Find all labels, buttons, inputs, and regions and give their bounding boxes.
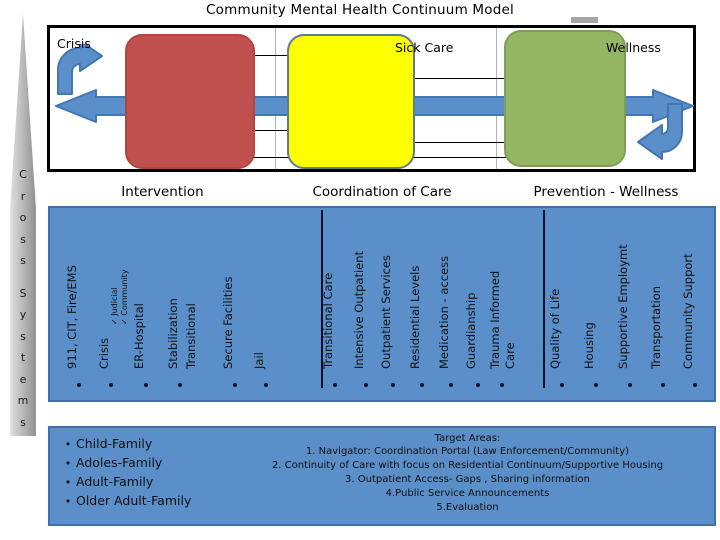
service-label: Quality of Life xyxy=(548,288,562,369)
crisis-box xyxy=(125,34,255,169)
target-areas-list: Target Areas: 1. Navigator: Coordination… xyxy=(225,433,710,515)
services-panel: 911, CIT, Fire/EMS Crisis ✓ Judicial ✓ C… xyxy=(48,206,716,402)
service-label: Outpatient Services xyxy=(379,255,393,369)
section-header-prevention: Prevention - Wellness xyxy=(533,184,679,200)
population-label: Adoles-Family xyxy=(76,455,163,470)
service-label: Residential Levels xyxy=(408,265,422,369)
service-label: Secure Facilities xyxy=(221,276,235,369)
target-areas-panel: • Child-Family • Adoles-Family • Adult-F… xyxy=(48,426,716,526)
cone-char: s xyxy=(20,329,26,343)
checkmark-icon: ✓ xyxy=(110,318,119,325)
service-bullet xyxy=(500,383,504,387)
service-bullet xyxy=(391,383,395,387)
service-bullet xyxy=(476,383,480,387)
cross-systems-cone: C r o s s S y s t e m s xyxy=(6,14,40,436)
stage-label-crisis: Crisis xyxy=(57,36,91,51)
checkmark-icon: ✓ xyxy=(120,318,129,325)
target-area-item: 5.Evaluation xyxy=(436,502,499,513)
service-sublabel-text: Judicial xyxy=(110,287,119,316)
service-bullet xyxy=(693,383,697,387)
service-bullet xyxy=(144,383,148,387)
bullet-icon: • xyxy=(64,495,72,508)
cone-char: C xyxy=(19,168,27,181)
cone-char: r xyxy=(20,189,26,203)
cross-systems-label: C r o s s S y s t e m s xyxy=(6,164,40,433)
service-bullet xyxy=(449,383,453,387)
target-areas-heading: Target Areas: xyxy=(434,433,501,444)
service-bullet xyxy=(628,383,632,387)
service-label: Intensive Outpatient xyxy=(352,250,366,369)
stage-label-wellness: Wellness xyxy=(606,40,661,55)
service-bullet xyxy=(364,383,368,387)
page-title: Community Mental Health Continuum Model xyxy=(206,2,514,18)
cone-char: s xyxy=(20,232,26,246)
cone-char: o xyxy=(19,211,27,224)
cone-char: s xyxy=(20,415,26,429)
population-label: Adult-Family xyxy=(76,474,154,489)
service-label: Guardianship xyxy=(464,292,478,369)
cone-space xyxy=(6,272,40,283)
service-sublabel-community: ✓ Community xyxy=(120,269,129,325)
service-sublabel-text: Community xyxy=(120,269,129,316)
service-bullet xyxy=(333,383,337,387)
service-bullet xyxy=(420,383,424,387)
service-bullet xyxy=(178,383,182,387)
cone-char: s xyxy=(20,254,26,267)
cone-char: e xyxy=(19,372,27,386)
service-bullet xyxy=(594,383,598,387)
target-area-item: 2. Continuity of Care with focus on Resi… xyxy=(271,460,664,471)
services-section-divider-2 xyxy=(543,210,545,388)
section-header-coordination: Coordination of Care xyxy=(312,184,452,200)
service-label: ER-Hospital xyxy=(132,303,146,369)
service-label: Supportive Employmt xyxy=(616,244,630,369)
bullet-icon: • xyxy=(64,476,72,489)
service-bullet xyxy=(661,383,665,387)
service-label: Housing xyxy=(582,322,596,369)
population-label: Older Adult-Family xyxy=(76,493,192,508)
gray-tab-marker xyxy=(571,17,598,23)
service-label: Transitional Care xyxy=(321,272,335,369)
target-area-item: 1. Navigator: Coordination Portal (Law E… xyxy=(305,446,630,457)
cone-char: S xyxy=(19,286,27,300)
service-label: Stabilization xyxy=(166,298,180,369)
bullet-icon: • xyxy=(64,438,72,451)
cone-char: y xyxy=(19,308,27,321)
continuum-frame: Crisis Sick Care Wellness xyxy=(47,25,696,172)
wellness-hook-arrow xyxy=(632,100,686,160)
service-label: Transportation xyxy=(649,285,663,369)
target-area-item: 4.Public Service Announcements xyxy=(385,488,550,499)
target-area-item: 3. Outpatient Access- Gaps , Sharing inf… xyxy=(345,474,590,485)
service-label-line-1: Trauma Informed xyxy=(488,270,502,369)
service-sublabel-judicial: ✓ Judicial xyxy=(110,287,119,325)
bullet-icon: • xyxy=(64,457,72,470)
service-label: Jail xyxy=(252,352,266,369)
service-label: 911, CIT, Fire/EMS xyxy=(65,265,79,369)
cone-char: t xyxy=(20,351,26,364)
service-label: Medication - access xyxy=(437,255,451,369)
section-header-intervention: Intervention xyxy=(121,184,204,200)
crisis-hook-arrow xyxy=(54,40,108,96)
service-label: Community Support xyxy=(681,253,695,369)
cone-char: m xyxy=(17,394,29,407)
service-bullet xyxy=(560,383,564,387)
service-bullet xyxy=(109,383,113,387)
service-bullet xyxy=(233,383,237,387)
service-label-line-2: Care xyxy=(503,342,517,369)
service-label: Transitional xyxy=(184,303,198,369)
service-bullet xyxy=(264,383,268,387)
service-label: Crisis xyxy=(97,337,111,369)
population-label: Child-Family xyxy=(76,436,153,451)
service-bullet xyxy=(77,383,81,387)
stage-label-sick-care: Sick Care xyxy=(395,40,454,55)
